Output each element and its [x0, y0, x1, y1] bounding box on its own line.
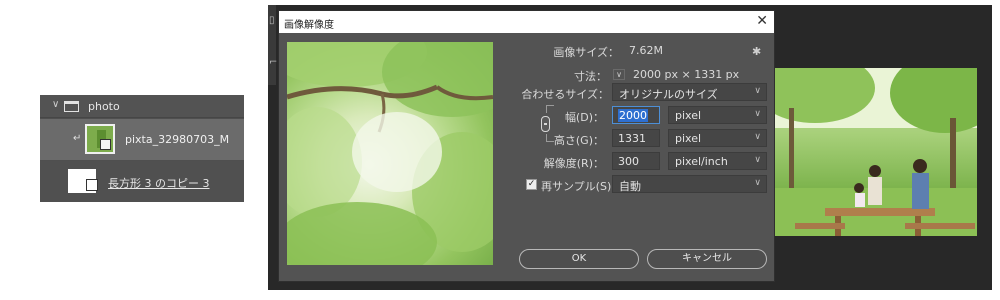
- fit-to-value: オリジナルのサイズ: [619, 88, 718, 101]
- resample-select[interactable]: 自動 ∨: [612, 175, 767, 193]
- image-size-label: 画像サイズ：: [553, 46, 619, 59]
- resample-value: 自動: [619, 180, 641, 193]
- layer-group-photo[interactable]: ∨ photo: [40, 95, 244, 118]
- chevron-down-icon[interactable]: ∨: [613, 69, 625, 80]
- height-unit-select[interactable]: pixel ∨: [668, 129, 767, 147]
- layer-name: pixta_32980703_M: [125, 133, 230, 146]
- dimensions-label: 寸法：: [574, 70, 607, 83]
- layer-row[interactable]: 長方形 3 のコピー 3: [40, 161, 244, 202]
- image-size-dialog: 画像解像度 ✕ 画像サイズ： 7.62M ✱ 寸法： ∨ 2000 px × 1…: [278, 10, 775, 282]
- height-value: 1331: [618, 132, 646, 145]
- clipping-arrow-icon: ↵: [73, 133, 82, 144]
- tool-icon[interactable]: ⌐: [269, 57, 277, 68]
- ok-button[interactable]: OK: [519, 249, 639, 269]
- fit-to-select[interactable]: オリジナルのサイズ ∨: [612, 83, 767, 101]
- width-unit-value: pixel: [675, 109, 702, 122]
- chevron-down-icon: ∨: [754, 178, 761, 188]
- width-value: 2000: [618, 109, 648, 122]
- image-preview[interactable]: [287, 42, 493, 265]
- dialog-title: 画像解像度: [284, 20, 334, 31]
- height-input[interactable]: 1331: [612, 129, 660, 147]
- chevron-down-icon: ∨: [754, 86, 761, 96]
- dimensions-value: 2000 px × 1331 px: [633, 68, 740, 81]
- width-unit-select[interactable]: pixel ∨: [668, 106, 767, 124]
- dialog-titlebar[interactable]: 画像解像度 ✕: [279, 11, 774, 33]
- close-icon[interactable]: ✕: [756, 13, 768, 29]
- resolution-unit-select[interactable]: pixel/inch ∨: [668, 152, 767, 170]
- canvas-image: [775, 68, 977, 236]
- image-size-value: 7.62M: [629, 44, 663, 57]
- width-input[interactable]: 2000: [612, 106, 660, 124]
- layer-name: 長方形 3 のコピー 3: [108, 177, 210, 190]
- gear-icon[interactable]: ✱: [752, 45, 761, 58]
- resample-label: 再サンプル(S)：: [541, 180, 623, 193]
- chevron-down-icon: ∨: [754, 132, 761, 142]
- width-label: 幅(D)：: [564, 111, 604, 124]
- layers-panel: ∨ photo ↵ pixta_32980703_M 長方形 3 のコピー 3: [40, 95, 244, 202]
- resolution-label: 解像度(R)：: [543, 157, 604, 170]
- resolution-unit-value: pixel/inch: [675, 155, 728, 168]
- resolution-input[interactable]: 300: [612, 152, 660, 170]
- resolution-value: 300: [618, 155, 639, 168]
- folder-icon: [64, 101, 79, 112]
- chevron-down-icon[interactable]: ∨: [52, 99, 59, 110]
- tool-icon[interactable]: ▯: [269, 15, 275, 26]
- fit-to-label: 合わせるサイズ：: [521, 88, 609, 101]
- chevron-down-icon: ∨: [754, 155, 761, 165]
- height-label: 高さ(G)：: [553, 134, 604, 147]
- toolbar-edge: ▯ ⌐: [268, 5, 277, 85]
- height-unit-value: pixel: [675, 132, 702, 145]
- resample-checkbox[interactable]: ✓: [526, 179, 537, 190]
- vector-mask-icon: [86, 179, 98, 191]
- chevron-down-icon: ∨: [754, 109, 761, 119]
- layer-group-name: photo: [88, 100, 120, 113]
- cancel-button[interactable]: キャンセル: [647, 249, 767, 269]
- smart-object-icon: [100, 139, 111, 150]
- layer-row-selected[interactable]: ↵ pixta_32980703_M: [40, 119, 244, 160]
